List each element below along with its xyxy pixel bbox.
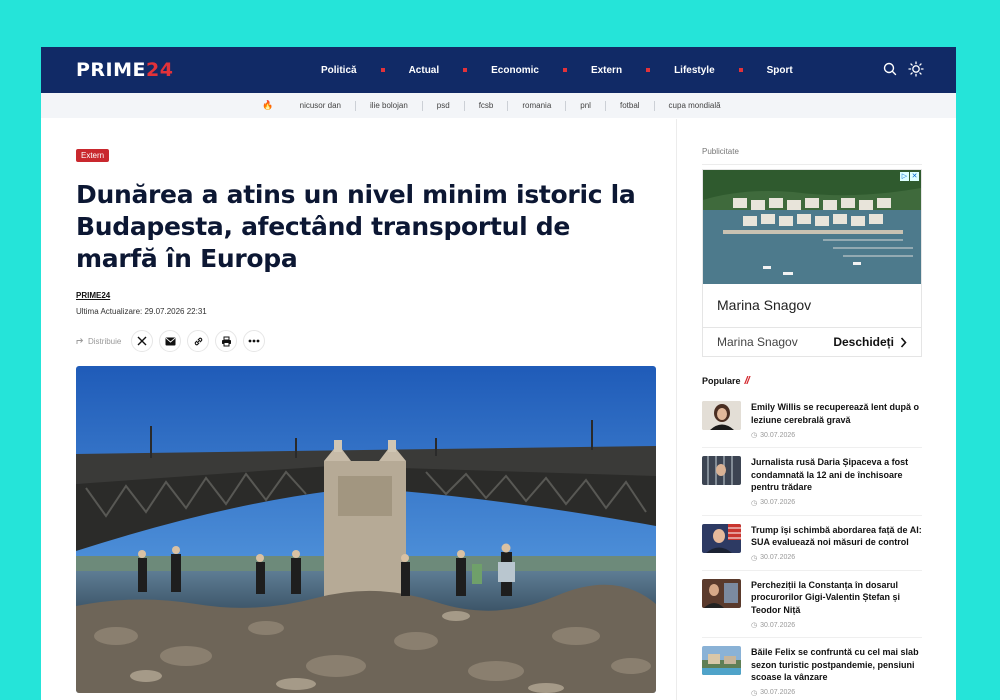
clock-icon: ◷ xyxy=(751,554,758,562)
chevron-right-icon xyxy=(900,336,907,348)
share-email-button[interactable] xyxy=(159,330,182,352)
popular-thumbnail[interactable] xyxy=(702,401,741,430)
share-bar: Distribuie xyxy=(76,330,656,352)
popular-title[interactable]: Băile Felix se confruntă cu cel mai slab… xyxy=(751,646,922,684)
x-icon xyxy=(137,336,147,346)
ad-label: Publicitate xyxy=(702,147,739,156)
nav-separator xyxy=(646,68,651,72)
clock-icon: ◷ xyxy=(751,499,758,507)
tag-link[interactable]: romania xyxy=(508,101,565,110)
popular-date: ◷ 30.07.2026 xyxy=(751,431,796,440)
more-options-button[interactable] xyxy=(243,330,266,352)
popular-thumbnail[interactable] xyxy=(702,456,741,485)
share-x-button[interactable] xyxy=(131,330,154,352)
copy-link-button[interactable] xyxy=(187,330,210,352)
nav-item-economic[interactable]: Economic xyxy=(491,65,539,76)
ad-choices-badge[interactable]: ▷ ✕ xyxy=(900,172,919,181)
tag-link[interactable]: fcsb xyxy=(465,101,508,110)
article: Extern Dunărea a atins un nivel minim is… xyxy=(76,145,656,693)
updated-timestamp: Ultima Actualizare: 29.07.2026 22:31 xyxy=(76,307,207,316)
ad-footer: Marina Snagov Deschideți xyxy=(703,328,921,356)
tag-link[interactable]: pnl xyxy=(566,101,605,110)
nav-item-lifestyle[interactable]: Lifestyle xyxy=(674,65,715,76)
page: PRIME24 Politică Actual Economic Extern … xyxy=(41,47,956,700)
popular-accent-mark: // xyxy=(744,375,750,387)
tag-link[interactable]: ilie bolojan xyxy=(356,101,422,110)
clock-icon: ◷ xyxy=(751,432,758,439)
popular-text: Băile Felix se confruntă cu cel mai slab… xyxy=(751,646,922,697)
popular-heading: Populare // xyxy=(702,375,750,387)
header-actions xyxy=(882,61,924,77)
trending-tags-bar: 🔥 nicusor dan ilie bolojan psd fcsb roma… xyxy=(41,93,956,118)
popular-date: ◷ 30.07.2026 xyxy=(751,554,796,562)
close-icon[interactable]: ✕ xyxy=(910,172,919,181)
sun-icon[interactable] xyxy=(908,61,924,77)
popular-title[interactable]: Emily Willis se recuperează lent după o … xyxy=(751,401,922,426)
popular-thumbnail[interactable] xyxy=(702,646,741,675)
popular-item[interactable]: Emily Willis se recuperează lent după o … xyxy=(702,393,922,448)
advertisement[interactable]: ▷ ✕ Marina Snagov Marina Snagov Deschideț… xyxy=(702,169,922,357)
ad-choices-icon: ▷ xyxy=(900,172,909,181)
article-title: Dunărea a atins un nivel minim istoric l… xyxy=(76,180,636,273)
popular-item[interactable]: Băile Felix se confruntă cu cel mai slab… xyxy=(702,638,922,700)
nav-item-sport[interactable]: Sport xyxy=(767,65,793,76)
tag-link[interactable]: nicusor dan xyxy=(286,101,355,110)
link-icon xyxy=(194,337,203,345)
ad-image[interactable]: ▷ ✕ xyxy=(703,170,921,284)
ad-advertiser: Marina Snagov xyxy=(717,335,798,349)
fire-icon: 🔥 xyxy=(262,100,274,110)
more-icon xyxy=(248,339,260,343)
nav-separator xyxy=(463,68,468,72)
sidebar: Publicitate ▷ ✕ Marina Snagov Marina Sna… xyxy=(702,119,922,700)
popular-text: Emily Willis se recuperează lent după o … xyxy=(751,401,922,439)
site-header: PRIME24 Politică Actual Economic Extern … xyxy=(41,47,956,93)
popular-date: ◷ 30.07.2026 xyxy=(751,621,796,630)
ad-title[interactable]: Marina Snagov xyxy=(703,284,921,328)
divider xyxy=(702,164,922,165)
popular-item[interactable]: Percheziții la Constanța în dosarul proc… xyxy=(702,571,922,638)
print-icon xyxy=(221,336,231,346)
popular-text: Percheziții la Constanța în dosarul proc… xyxy=(751,579,922,630)
tag-link[interactable]: cupa mondială xyxy=(655,101,735,110)
print-button[interactable] xyxy=(215,330,238,352)
main-nav: Politică Actual Economic Extern Lifestyl… xyxy=(321,47,793,93)
popular-date: ◷ 30.07.2026 xyxy=(751,499,796,507)
nav-item-actual[interactable]: Actual xyxy=(409,65,440,76)
tag-link[interactable]: fotbal xyxy=(606,101,654,110)
share-icon xyxy=(76,338,84,344)
tag-link[interactable]: psd xyxy=(423,101,464,110)
category-badge[interactable]: Extern xyxy=(76,149,110,162)
popular-text: Trump își schimbă abordarea față de AI: … xyxy=(751,524,922,562)
popular-title[interactable]: Trump își schimbă abordarea față de AI: … xyxy=(751,524,922,549)
ad-open-button[interactable]: Deschideți xyxy=(833,335,907,349)
clock-icon: ◷ xyxy=(751,689,758,697)
search-icon[interactable] xyxy=(882,61,898,77)
popular-thumbnail[interactable] xyxy=(702,578,741,608)
mail-icon xyxy=(165,337,176,345)
site-logo[interactable]: PRIME24 xyxy=(76,60,173,80)
nav-separator xyxy=(380,68,385,72)
nav-separator xyxy=(738,68,743,72)
author-link[interactable]: PRIME24 xyxy=(76,291,656,300)
column-divider xyxy=(676,119,677,700)
article-hero-image xyxy=(76,366,656,693)
share-label: Distribuie xyxy=(76,337,121,346)
nav-separator xyxy=(562,68,567,72)
popular-title[interactable]: Percheziții la Constanța în dosarul proc… xyxy=(751,579,922,617)
popular-list: Emily Willis se recuperează lent după o … xyxy=(702,393,922,700)
popular-text: Jurnalista rusă Daria Șipaceva a fost co… xyxy=(751,456,922,507)
popular-date: ◷ 30.07.2026 xyxy=(751,689,796,697)
popular-thumbnail[interactable] xyxy=(702,523,741,553)
popular-item[interactable]: Trump își schimbă abordarea față de AI: … xyxy=(702,516,922,571)
clock-icon: ◷ xyxy=(751,622,758,629)
popular-item[interactable]: Jurnalista rusă Daria Șipaceva a fost co… xyxy=(702,448,922,516)
nav-item-extern[interactable]: Extern xyxy=(591,65,622,76)
popular-title[interactable]: Jurnalista rusă Daria Șipaceva a fost co… xyxy=(751,456,922,494)
nav-item-politica[interactable]: Politică xyxy=(321,65,357,76)
